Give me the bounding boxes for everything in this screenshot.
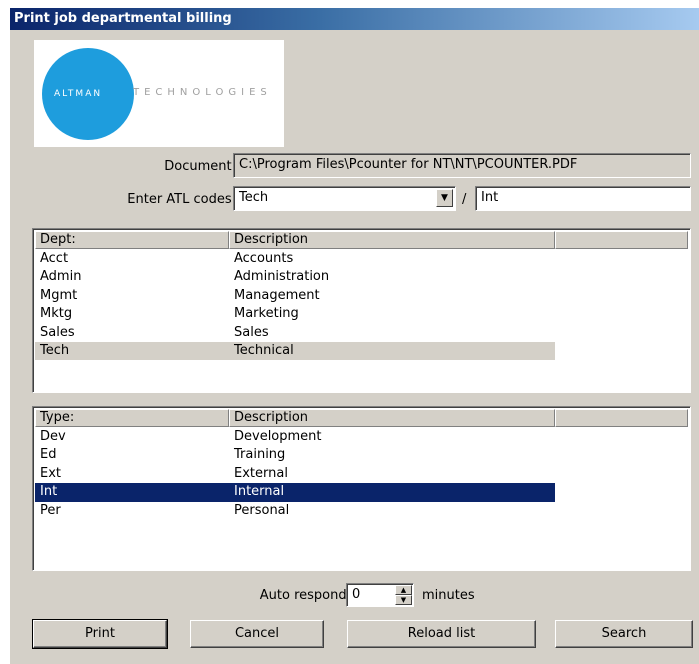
type-description: Development: [234, 429, 322, 444]
list-item[interactable]: Per Personal: [35, 502, 555, 520]
type-description: Personal: [234, 502, 290, 518]
dept-code-value: Tech: [239, 190, 269, 205]
dept-description: Marketing: [234, 306, 299, 322]
company-logo: ALTMAN TECHNOLOGIES: [34, 40, 284, 147]
list-item[interactable]: Mktg Marketing: [35, 305, 555, 323]
column-header-description[interactable]: Description: [229, 409, 555, 427]
dept-code: Mgmt: [40, 287, 78, 303]
dept-code: Tech: [40, 342, 70, 358]
column-header-dept[interactable]: Dept:: [35, 231, 229, 249]
type-description: Internal: [234, 484, 285, 500]
minutes-label: minutes: [422, 588, 475, 603]
dialog-window: Print job departmental billing ALTMAN TE…: [10, 8, 699, 664]
spin-up-icon[interactable]: ▲: [395, 585, 412, 595]
type-code: Ed: [40, 447, 57, 463]
dept-description: Sales: [234, 324, 269, 340]
type-description: Training: [234, 447, 286, 463]
column-header-description[interactable]: Description: [229, 231, 555, 249]
auto-respond-value: 0: [352, 587, 361, 602]
type-list-rows: Dev Development Ed Training Ext External In…: [35, 428, 555, 520]
dept-list-rows: Acct Accounts Admin Administration Mgmt Man…: [35, 250, 555, 361]
reload-list-button[interactable]: Reload list: [347, 620, 536, 648]
dept-code-combo[interactable]: Tech ▼: [233, 186, 456, 211]
dept-description: Management: [234, 287, 320, 303]
auto-respond-label: Auto respond:: [259, 588, 351, 603]
type-list-header: Type: Description: [35, 409, 688, 427]
list-item[interactable]: Sales Sales: [35, 324, 555, 342]
dept-code: Admin: [40, 269, 82, 285]
document-label: Document:: [164, 159, 236, 174]
type-list[interactable]: Type: Description Dev Development Ed Train…: [32, 406, 691, 571]
list-item[interactable]: Ext External: [35, 465, 555, 483]
dept-description: Accounts: [234, 251, 294, 266]
dept-description: Administration: [234, 269, 330, 285]
type-code: Int: [40, 484, 58, 500]
dept-code: Mktg: [40, 306, 73, 322]
list-item[interactable]: Ed Training: [35, 446, 555, 464]
column-header-empty[interactable]: [555, 231, 688, 249]
print-button[interactable]: Print: [32, 619, 168, 649]
list-item[interactable]: Acct Accounts: [35, 250, 555, 268]
list-item[interactable]: Dev Development: [35, 428, 555, 446]
dept-code: Acct: [40, 251, 69, 266]
list-item-selected[interactable]: Tech Technical: [35, 341, 555, 361]
chevron-down-icon[interactable]: ▼: [436, 189, 453, 207]
column-header-empty[interactable]: [555, 409, 688, 427]
column-header-type[interactable]: Type:: [35, 409, 229, 427]
dept-list-header: Dept: Description: [35, 231, 688, 249]
type-code-field[interactable]: Int: [475, 186, 691, 211]
spin-down-icon[interactable]: ▼: [395, 595, 412, 605]
dept-code: Sales: [40, 324, 75, 340]
document-field: C:\Program Files\Pcounter for NT\NT\PCOU…: [233, 153, 691, 178]
type-code: Ext: [40, 465, 62, 481]
type-description: External: [234, 465, 288, 481]
type-code-value: Int: [481, 190, 499, 205]
list-item-selected[interactable]: Int Internal: [35, 483, 555, 502]
logo-word-technologies: TECHNOLOGIES: [133, 87, 272, 98]
cancel-button[interactable]: Cancel: [190, 620, 324, 648]
atl-separator: /: [462, 192, 467, 207]
document-path: C:\Program Files\Pcounter for NT\NT\PCOU…: [239, 157, 578, 172]
type-code: Per: [40, 502, 61, 518]
search-button[interactable]: Search: [555, 620, 693, 648]
auto-respond-spinner[interactable]: 0 ▲ ▼: [346, 583, 414, 607]
title-bar: Print job departmental billing: [10, 8, 699, 30]
atl-codes-label: Enter ATL codes:: [127, 192, 236, 207]
dept-list[interactable]: Dept: Description Acct Accounts Admin Admi…: [32, 228, 691, 393]
type-code: Dev: [40, 429, 66, 444]
logo-word-altman: ALTMAN: [54, 89, 103, 99]
list-item[interactable]: Admin Administration: [35, 268, 555, 286]
dept-description: Technical: [234, 342, 294, 358]
list-item[interactable]: Mgmt Management: [35, 287, 555, 305]
